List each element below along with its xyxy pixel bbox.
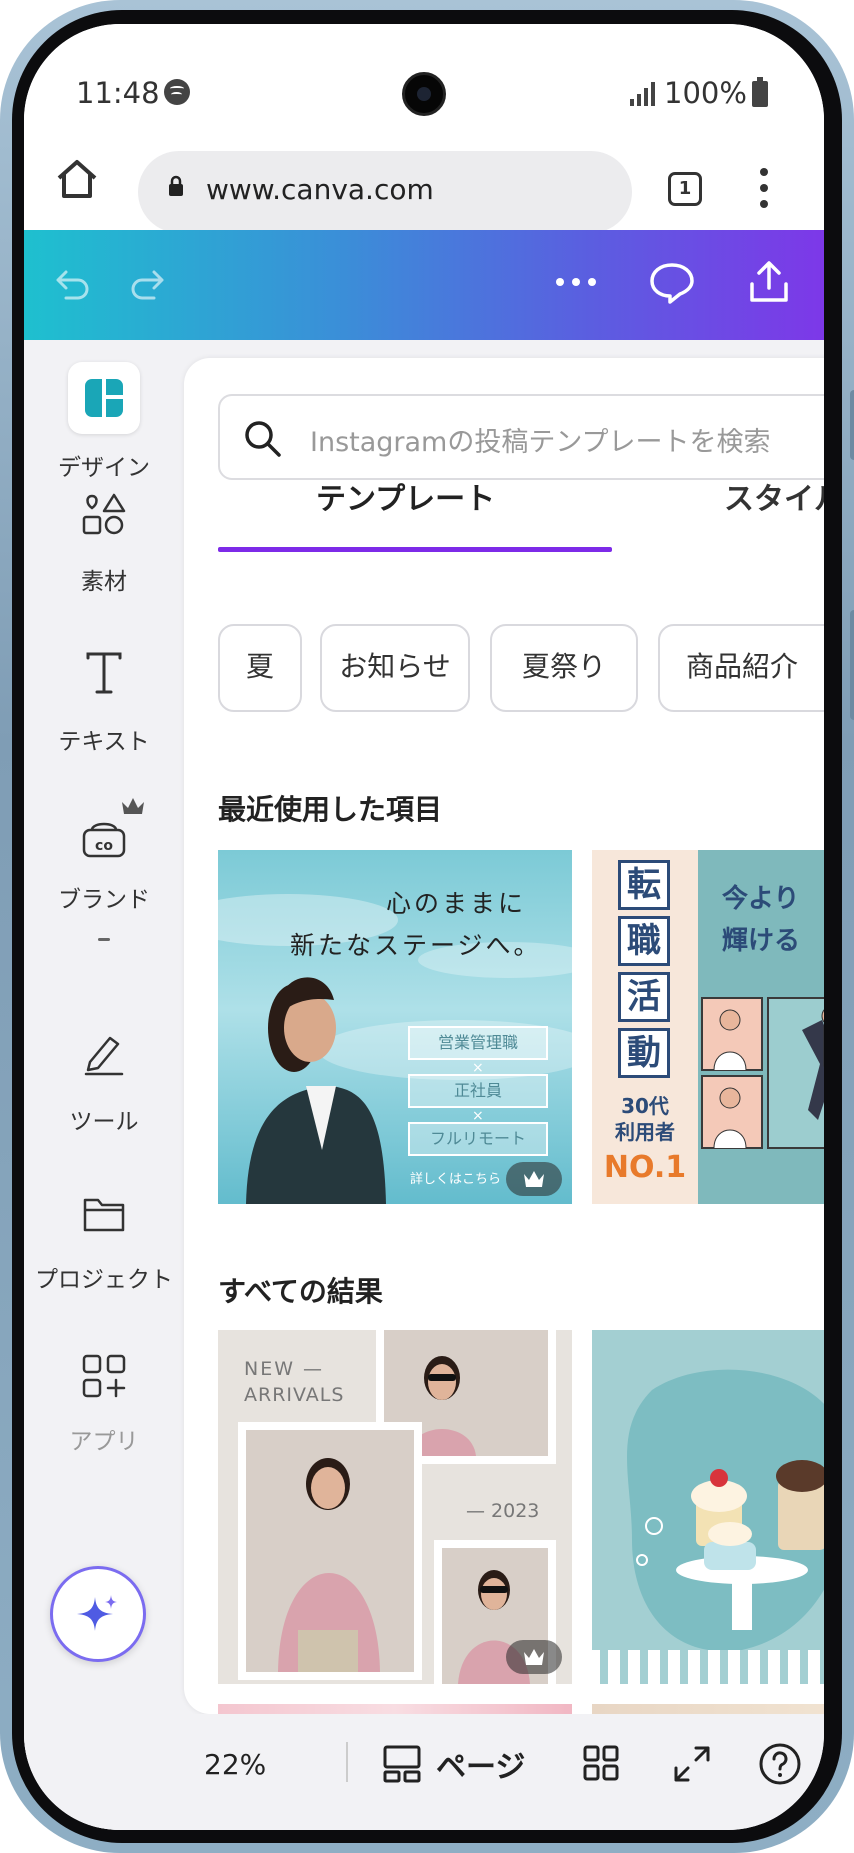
rail-item-projects[interactable]: プロジェクト [24,1190,184,1320]
help-icon[interactable] [758,1742,802,1786]
screen: 11:48 100% www.canva.com 1 デザイン 素材 テキスト … [24,24,824,1830]
battery-percentage: 100% [664,76,747,110]
apps-icon [82,1354,126,1398]
crown-icon [524,1171,544,1187]
card-2-char-2: 職 [618,916,670,966]
zoom-level[interactable]: 22% [204,1748,266,1781]
phone-frame: 11:48 100% www.canva.com 1 デザイン 素材 テキスト … [0,0,854,1853]
redo-icon[interactable] [128,260,172,304]
chip-product-intro[interactable]: 商品紹介 [658,624,824,712]
rail-item-tools[interactable]: ツール [24,1030,184,1160]
active-tab-indicator [218,547,612,552]
card-2-users: 利用者 [615,1120,675,1144]
card-1-headline-1: 心のままに [386,889,527,918]
rail-label-tools: ツール [69,1109,139,1135]
status-time: 11:48 [76,76,160,110]
elements-icon [82,493,126,535]
card-1-tag-1: 営業管理職 [408,1026,548,1060]
chip-summer[interactable]: 夏 [218,624,302,712]
more-options-icon[interactable] [554,270,598,294]
url-text: www.canva.com [206,173,434,206]
undo-icon[interactable] [48,260,92,304]
recent-template-card-1[interactable]: 心のままに 新たなステージへ。 営業管理職 × 正社員 × フルリモート 詳しく… [218,850,572,1204]
bottom-divider [346,1742,348,1782]
status-bar: 11:48 100% [24,24,824,124]
rail-item-brand[interactable]: co ブランド [24,798,184,940]
tab-switcher-button[interactable]: 1 [668,172,702,206]
power-button [850,610,854,720]
card-2-headline-1: 今より [722,884,800,914]
home-icon[interactable] [54,156,100,202]
text-icon [86,652,122,694]
crown-icon [122,798,144,814]
template-search-input[interactable]: Instagramの投稿テンプレートを検索 [218,394,824,480]
tab-styles[interactable]: スタイル [724,474,824,518]
rail-label-design: デザイン [58,455,150,481]
results-section-title: すべての結果 [218,1275,383,1308]
result-template-card-2[interactable] [592,1330,824,1684]
design-tile [68,362,140,434]
sparkle-icon [77,1595,117,1631]
rail-label-projects: プロジェクト [35,1267,173,1293]
chip-announcement[interactable]: お知らせ [320,624,470,712]
card-1-headline-2: 新たなステージへ。 [290,931,542,960]
recent-section-title: 最近使用した項目 [218,793,443,826]
rail-label-text: テキスト [58,729,150,755]
result-template-card-1[interactable]: NEW — ARRIVALS — 2023 [218,1330,572,1684]
card-2-age: 30代 [621,1094,669,1118]
result-template-card-3[interactable] [218,1704,572,1714]
card-4-illustration [592,1369,824,1684]
design-icon [85,379,123,417]
address-bar[interactable]: www.canva.com [138,151,632,233]
signal-icon [630,82,656,106]
spotify-icon [164,79,190,105]
magic-button[interactable] [50,1566,146,1662]
search-icon [245,421,281,457]
rail-item-elements[interactable]: 素材 [24,490,184,620]
premium-badge [506,1162,562,1196]
rail-label-brand: ブランド [58,887,150,913]
browser-menu-icon[interactable] [760,168,768,208]
card-2-rank: NO.1 [603,1150,687,1185]
card-1-tag-3: フルリモート [408,1122,548,1156]
bottom-bar: 22% ページ [24,1714,824,1830]
rail-item-apps[interactable]: アプリ [24,1352,184,1482]
grid-view-icon[interactable] [582,1744,620,1782]
share-icon[interactable] [746,258,792,306]
rail-item-text[interactable]: テキスト [24,650,184,780]
card-3-photos [238,1330,556,1684]
volume-button [850,390,854,460]
tab-templates[interactable]: テンプレート [316,474,495,518]
front-camera [402,72,446,116]
result-template-card-4[interactable] [592,1704,824,1714]
battery-icon [752,77,768,107]
card-2-headline-2: 輝ける [722,926,801,956]
templates-panel: Instagramの投稿テンプレートを検索 テンプレート スタイル 夏 お知らせ… [184,358,824,1714]
card-2-illustration [701,997,824,1149]
svg-text:co: co [95,838,113,854]
card-2-char-4: 動 [618,1028,670,1078]
pages-icon[interactable] [382,1744,422,1784]
premium-badge [506,1640,562,1674]
search-placeholder: Instagramの投稿テンプレートを検索 [310,427,771,458]
lock-icon [169,175,183,196]
recent-template-card-2[interactable]: 転 職 活 動 30代 利用者 NO.1 今より 輝ける [592,850,824,1204]
editor-toolbar [24,230,824,340]
fullscreen-icon[interactable] [672,1744,712,1784]
crown-icon [524,1649,544,1665]
folder-icon [83,1198,125,1232]
rail-item-design[interactable]: デザイン [24,340,184,481]
rail-label-elements: 素材 [81,569,127,595]
tools-icon [84,1036,124,1076]
card-2-char-3: 活 [618,972,670,1022]
chip-summer-festival[interactable]: 夏祭り [490,624,638,712]
rail-scroll-indicator [98,938,110,941]
comment-icon[interactable] [648,260,696,306]
card-2-char-1: 転 [618,860,670,910]
rail-label-apps: アプリ [69,1429,139,1455]
card-1-footer: 詳しくはこちら [410,1172,502,1187]
card-1-tag-2: 正社員 [408,1074,548,1108]
brand-icon: co [82,822,126,858]
pages-button[interactable]: ページ [436,1742,525,1786]
